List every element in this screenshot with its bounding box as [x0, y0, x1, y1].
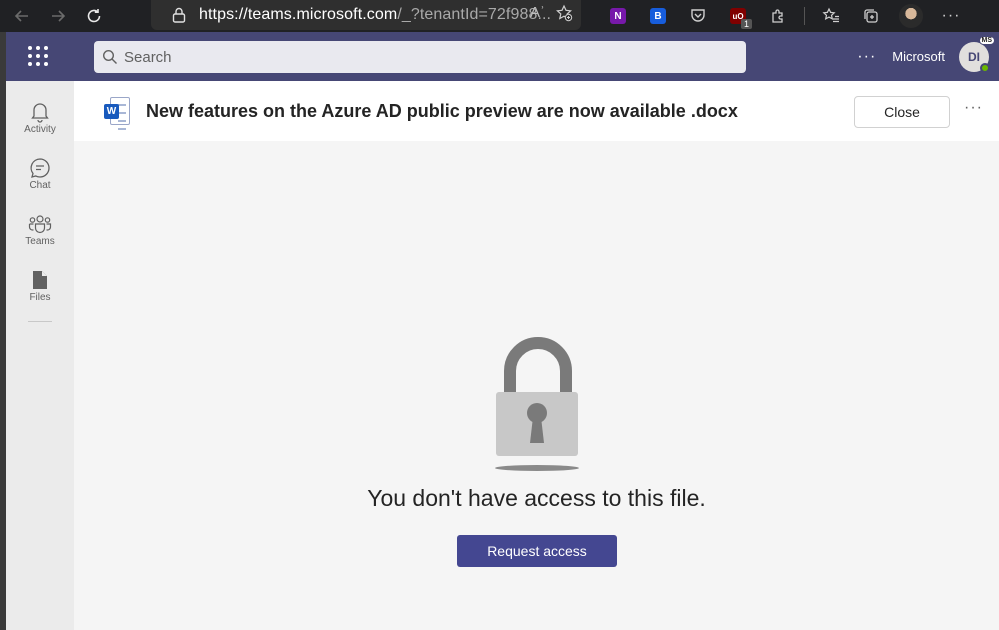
rail-item-teams[interactable]: Teams: [6, 201, 74, 257]
rail-label: Activity: [24, 123, 56, 135]
read-aloud-icon[interactable]: Aʾ: [530, 4, 545, 26]
file-header: W New features on the Azure AD public pr…: [74, 81, 999, 141]
forward-button[interactable]: [44, 2, 72, 30]
rail-label: Teams: [25, 235, 55, 247]
rail-label: Chat: [29, 179, 51, 191]
search-icon: [102, 49, 118, 65]
request-access-button[interactable]: Request access: [457, 535, 617, 567]
collections-icon: [864, 9, 878, 23]
arrow-left-icon: [14, 10, 28, 22]
teams-icon: [28, 212, 52, 236]
teams-header: Search ··· Microsoft DI MS: [6, 32, 999, 81]
close-button[interactable]: Close: [854, 96, 950, 128]
url-host: https://teams.microsoft.com: [199, 6, 398, 23]
url-text: https://teams.microsoft.com/_?tenantId=7…: [199, 6, 551, 24]
rail-divider: [28, 321, 52, 322]
puzzle-icon: [772, 9, 783, 23]
file-icon: [32, 268, 48, 292]
onenote-icon: N: [610, 8, 626, 24]
ublock-extension[interactable]: uO 1: [718, 0, 758, 32]
profile-button[interactable]: [891, 0, 931, 32]
refresh-button[interactable]: [80, 2, 108, 30]
file-title: New features on the Azure AD public prev…: [146, 100, 738, 121]
file-viewer: W New features on the Azure AD public pr…: [74, 81, 999, 630]
favorites-button[interactable]: [811, 0, 851, 32]
collections-button[interactable]: [851, 0, 891, 32]
address-bar[interactable]: https://teams.microsoft.com/_?tenantId=7…: [151, 0, 581, 30]
browser-menu-button[interactable]: ···: [931, 0, 971, 32]
avatar-initials: DI: [968, 49, 980, 64]
word-file-icon: W: [104, 97, 130, 130]
rail-item-files[interactable]: Files: [6, 257, 74, 313]
extensions-button[interactable]: [758, 0, 798, 32]
add-favorite-icon[interactable]: [555, 4, 573, 26]
search-input[interactable]: Search: [94, 41, 746, 73]
back-button[interactable]: [8, 2, 36, 30]
app-launcher-icon[interactable]: [28, 46, 48, 66]
bitwarden-extension[interactable]: B: [638, 0, 678, 32]
user-avatar[interactable]: DI MS: [959, 35, 995, 73]
bitwarden-icon: B: [650, 8, 666, 24]
pocket-extension[interactable]: [678, 0, 718, 32]
file-more-button[interactable]: ···: [964, 99, 983, 117]
favorites-icon: [822, 7, 839, 23]
chat-icon: [29, 156, 51, 180]
org-name[interactable]: Microsoft: [892, 49, 945, 64]
app-rail: Activity Chat Teams Files: [6, 81, 74, 630]
onenote-extension[interactable]: N: [598, 0, 638, 32]
settings-more-button[interactable]: ···: [857, 48, 876, 66]
more-icon: ···: [941, 7, 961, 24]
profile-avatar: [899, 4, 923, 28]
search-placeholder: Search: [124, 48, 172, 66]
org-tag: MS: [978, 35, 995, 45]
url-path: /_?tenantId=72f988...: [397, 6, 552, 23]
lock-icon: [165, 7, 193, 23]
arrow-right-icon: [52, 10, 66, 22]
rail-item-chat[interactable]: Chat: [6, 145, 74, 201]
toolbar-divider: [804, 7, 805, 25]
presence-available-icon: [980, 62, 990, 73]
ublock-badge: 1: [740, 19, 752, 29]
pocket-icon: [691, 9, 705, 22]
no-access-message: You don't have access to this file.: [367, 485, 706, 511]
refresh-icon: [87, 9, 101, 23]
padlock-icon: [494, 337, 582, 472]
browser-toolbar: https://teams.microsoft.com/_?tenantId=7…: [0, 0, 999, 32]
rail-label: Files: [29, 291, 51, 303]
rail-item-activity[interactable]: Activity: [6, 89, 74, 145]
word-letter: W: [104, 104, 119, 119]
bell-icon: [30, 100, 50, 124]
